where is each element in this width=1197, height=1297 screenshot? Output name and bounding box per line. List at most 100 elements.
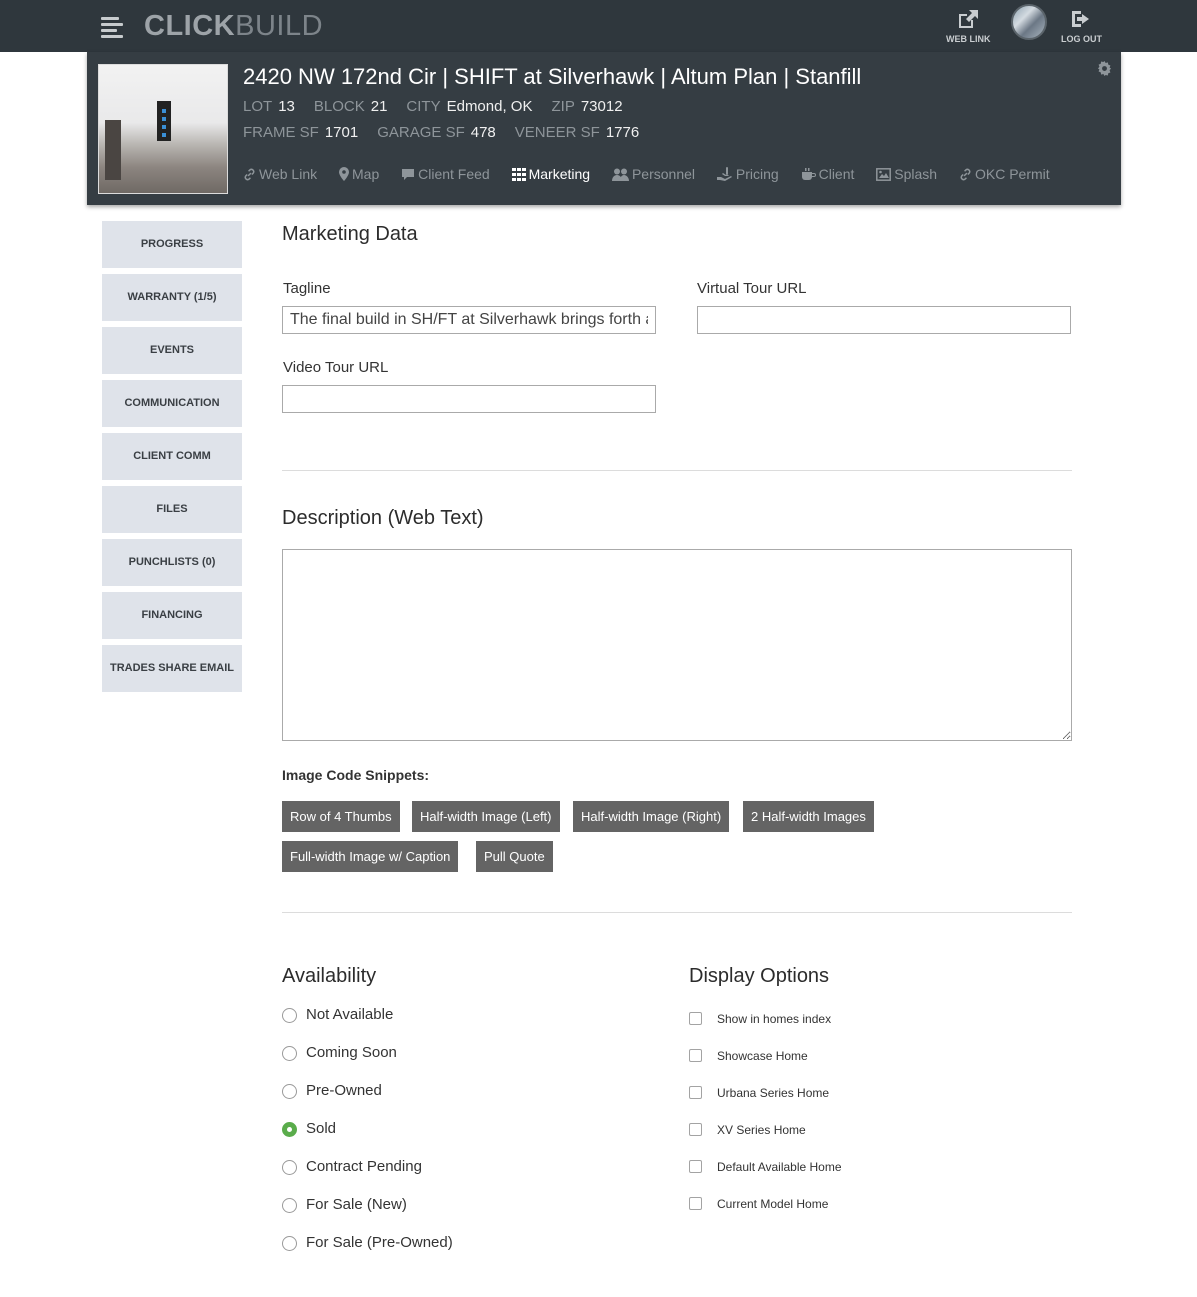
tab-map[interactable]: Map	[339, 166, 379, 182]
snippet-pull-quote-button[interactable]: Pull Quote	[476, 841, 553, 872]
sidenav-communication[interactable]: COMMUNICATION	[102, 380, 242, 427]
radio-button[interactable]	[282, 1084, 297, 1099]
radio-button[interactable]	[282, 1236, 297, 1251]
side-nav: PROGRESS WARRANTY (1/5) EVENTS COMMUNICA…	[102, 221, 242, 698]
video-tour-input[interactable]	[282, 385, 656, 413]
sidenav-warranty[interactable]: WARRANTY (1/5)	[102, 274, 242, 321]
tagline-input[interactable]	[282, 306, 656, 334]
veneer-sf-key: VENEER SF	[514, 124, 600, 141]
map-marker-icon	[339, 167, 349, 181]
block-key: BLOCK	[313, 98, 365, 115]
marketing-heading: Marketing Data	[282, 223, 418, 245]
tab-splash[interactable]: Splash	[876, 166, 937, 182]
tab-client[interactable]: Client	[801, 166, 854, 182]
external-link-icon	[959, 10, 979, 28]
app-logo[interactable]: CLICKBUILD	[144, 9, 323, 43]
tab-pricing-label: Pricing	[735, 166, 779, 182]
description-textarea[interactable]	[282, 549, 1072, 741]
display-option-label: XV Series Home	[717, 1123, 806, 1137]
web-link-label: WEB LINK	[946, 34, 991, 44]
display-option-label: Default Available Home	[717, 1160, 842, 1174]
snippet-two-half-width-button[interactable]: 2 Half-width Images	[743, 801, 874, 832]
checkbox[interactable]	[689, 1160, 702, 1173]
tab-splash-label: Splash	[894, 166, 938, 182]
tab-web-link-label: Web Link	[259, 166, 318, 182]
sidenav-progress[interactable]: PROGRESS	[102, 221, 242, 268]
tagline-label: Tagline	[283, 280, 331, 297]
tab-pricing[interactable]: Pricing	[716, 166, 779, 182]
web-link-button[interactable]: WEB LINK	[946, 8, 991, 44]
checkbox[interactable]	[689, 1012, 702, 1025]
tab-personnel-label: Personnel	[631, 166, 696, 182]
city-key: CITY	[406, 98, 441, 115]
tab-okc-permit[interactable]: OKC Permit	[959, 166, 1050, 182]
link-icon	[244, 168, 255, 181]
availability-option-label: Coming Soon	[306, 1044, 397, 1061]
tab-web-link[interactable]: Web Link	[243, 166, 317, 182]
display-option-label: Current Model Home	[717, 1197, 829, 1211]
project-header: 2420 NW 172nd Cir | SHIFT at Silverhawk …	[87, 52, 1121, 205]
tab-map-label: Map	[352, 166, 380, 182]
sign-out-icon	[1071, 11, 1089, 27]
checkbox[interactable]	[689, 1123, 702, 1136]
sidenav-financing[interactable]: FINANCING	[102, 592, 242, 639]
snippet-half-width-right-button[interactable]: Half-width Image (Right)	[573, 801, 730, 832]
frame-sf-value: 1701	[324, 124, 359, 141]
checkbox[interactable]	[689, 1197, 702, 1210]
snippet-half-width-left-button[interactable]: Half-width Image (Left)	[412, 801, 560, 832]
zip-value: 73012	[580, 98, 623, 115]
radio-button-checked[interactable]	[282, 1122, 297, 1137]
display-option-label: Showcase Home	[717, 1049, 808, 1063]
image-icon	[876, 168, 892, 181]
hamburger-menu-icon[interactable]	[101, 17, 123, 38]
top-bar: CLICKBUILD WEB LINK LOG OUT	[0, 0, 1197, 52]
radio-button[interactable]	[282, 1008, 297, 1023]
radio-button[interactable]	[282, 1198, 297, 1213]
grid-icon	[511, 168, 526, 181]
checkbox[interactable]	[689, 1049, 702, 1062]
tab-okc-permit-label: OKC Permit	[974, 166, 1050, 182]
sidenav-files[interactable]: FILES	[102, 486, 242, 533]
sidenav-trades-share-email[interactable]: TRADES SHARE EMAIL	[102, 645, 242, 692]
settings-gear-icon[interactable]	[1097, 61, 1112, 81]
project-thumbnail[interactable]	[98, 64, 228, 194]
lot-key: LOT	[243, 98, 273, 115]
tab-marketing[interactable]: Marketing	[511, 166, 591, 182]
virtual-tour-input[interactable]	[697, 306, 1071, 334]
radio-button[interactable]	[282, 1046, 297, 1061]
availability-option-label: Pre-Owned	[306, 1082, 382, 1099]
city-value: Edmond, OK	[446, 98, 533, 115]
hand-dollar-icon	[716, 167, 732, 181]
project-title: 2420 NW 172nd Cir | SHIFT at Silverhawk …	[243, 64, 862, 89]
availability-option-label: Not Available	[306, 1006, 394, 1023]
display-option-label: Urbana Series Home	[717, 1086, 830, 1100]
link-icon	[960, 168, 971, 181]
display-options-heading: Display Options	[689, 965, 830, 987]
snippet-row-of-4-thumbs-button[interactable]: Row of 4 Thumbs	[282, 801, 400, 832]
availability-option-label: Sold	[306, 1120, 337, 1137]
project-tabs: Web Link Map Client Feed Marketing Perso…	[243, 166, 1068, 182]
logout-button[interactable]: LOG OUT	[1061, 8, 1102, 44]
sidenav-client-comm[interactable]: CLIENT COMM	[102, 433, 242, 480]
display-option-label: Show in homes index	[717, 1012, 832, 1026]
availability-option-label: Contract Pending	[306, 1158, 422, 1175]
video-tour-label: Video Tour URL	[283, 359, 389, 376]
checkbox[interactable]	[689, 1086, 702, 1099]
user-avatar[interactable]	[1011, 4, 1047, 40]
snippets-title: Image Code Snippets:	[282, 767, 430, 783]
sidenav-events[interactable]: EVENTS	[102, 327, 242, 374]
tab-marketing-label: Marketing	[528, 166, 591, 182]
logo-light-text: BUILD	[235, 10, 324, 42]
availability-option-label: For Sale (New)	[306, 1196, 407, 1213]
availability-option-label: For Sale (Pre-Owned)	[306, 1234, 453, 1251]
zip-key: ZIP	[551, 98, 575, 115]
garage-sf-value: 478	[470, 124, 496, 141]
radio-button[interactable]	[282, 1160, 297, 1175]
sidenav-punchlists[interactable]: PUNCHLISTS (0)	[102, 539, 242, 586]
availability-heading: Availability	[282, 965, 377, 987]
veneer-sf-value: 1776	[605, 124, 640, 141]
tab-client-feed[interactable]: Client Feed	[401, 166, 490, 182]
snippet-full-width-caption-button[interactable]: Full-width Image w/ Caption	[282, 841, 459, 872]
section-divider	[282, 470, 1072, 471]
tab-personnel[interactable]: Personnel	[611, 166, 696, 182]
